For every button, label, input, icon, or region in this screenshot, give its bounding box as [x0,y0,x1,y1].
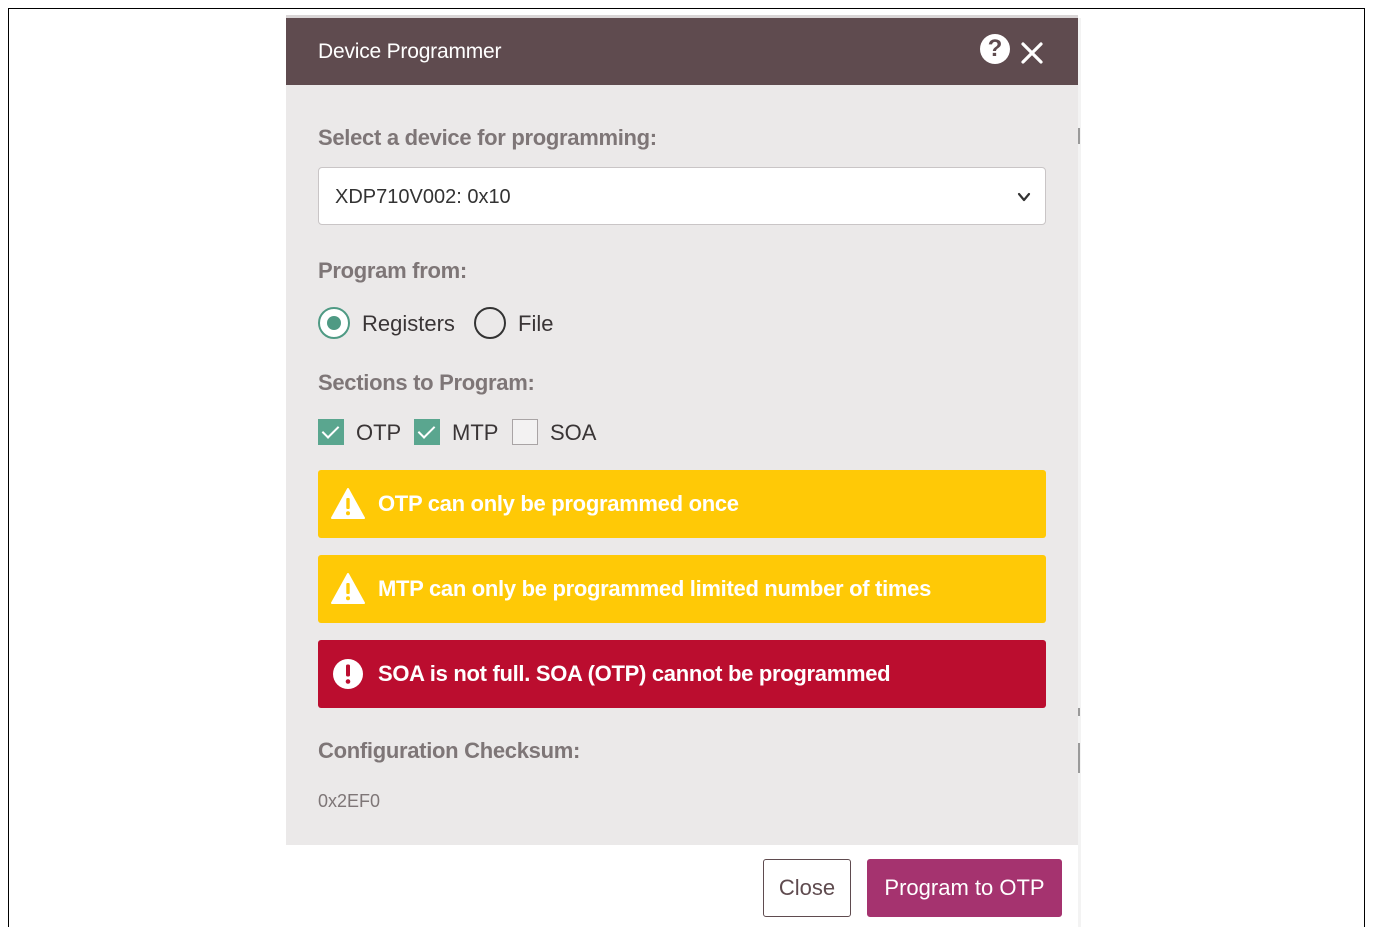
checkbox-soa[interactable] [512,419,538,445]
radio-registers[interactable] [318,307,350,339]
alert-otp-warning: OTP can only be programmed once [318,470,1046,538]
close-icon[interactable] [1018,39,1046,67]
checkbox-soa-label[interactable]: SOA [550,420,596,446]
program-from-label: Program from: [318,258,467,283]
radio-file[interactable] [474,307,506,339]
alert-mtp-warning: MTP can only be programmed limited numbe… [318,555,1046,623]
chevron-down-icon [1017,192,1031,202]
checkbox-otp-label[interactable]: OTP [356,420,401,446]
checkbox-mtp-label[interactable]: MTP [452,420,498,446]
checksum-label: Configuration Checksum: [318,738,580,763]
program-to-otp-button[interactable]: Program to OTP [867,859,1062,917]
device-programmer-dialog: Device Programmer ? Select a device for … [286,15,1078,927]
dialog-header: Device Programmer ? [286,15,1078,85]
background-handle [1078,743,1080,773]
checksum-value: 0x2EF0 [318,791,381,811]
checkbox-otp[interactable] [318,419,344,445]
background-divider [1078,708,1080,716]
dialog-footer: Close Program to OTP [286,845,1078,927]
warning-triangle-icon [331,573,365,604]
alert-soa-text: SOA is not full. SOA (OTP) cannot be pro… [378,661,891,686]
dialog-body: Select a device for programming: XDP710V… [286,85,1078,845]
device-select-label: Select a device for programming: [318,125,657,150]
device-select-value: XDP710V002: 0x10 [335,186,511,208]
alert-soa-error: SOA is not full. SOA (OTP) cannot be pro… [318,640,1046,708]
program-from-radio-group: Registers File [318,307,818,341]
warning-triangle-icon [331,488,365,519]
close-button[interactable]: Close [763,859,851,917]
alert-otp-text: OTP can only be programmed once [378,491,739,516]
radio-registers-label[interactable]: Registers [362,311,455,337]
sections-to-program-label: Sections to Program: [318,370,535,395]
sections-checkbox-group: OTP MTP SOA [318,419,718,447]
device-select[interactable]: XDP710V002: 0x10 [318,167,1046,225]
error-circle-icon [333,659,363,689]
alert-mtp-text: MTP can only be programmed limited numbe… [378,576,932,601]
radio-file-label[interactable]: File [518,311,553,337]
dialog-title: Device Programmer [318,40,502,63]
background-divider [1078,128,1080,144]
help-icon[interactable]: ? [980,34,1010,64]
checkbox-mtp[interactable] [414,419,440,445]
